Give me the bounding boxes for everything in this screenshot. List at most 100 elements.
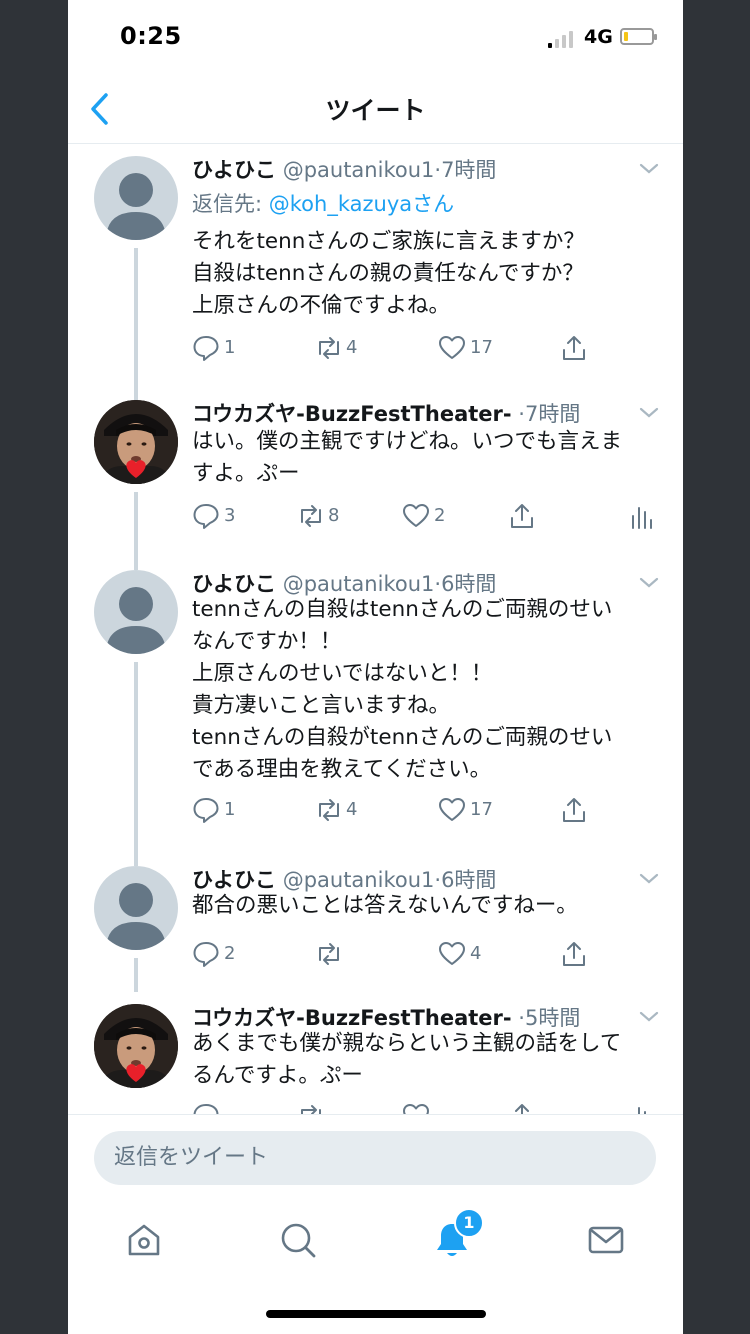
thread-line [134,958,138,992]
tweet-age[interactable]: 5時間 [525,1006,580,1030]
reply-count: 2 [224,943,236,964]
tweet-age[interactable]: 7時間 [441,158,496,182]
nav-header: ツイート [68,75,683,144]
tweet-actions [192,1100,662,1114]
tweet-text-line: あくまでも僕が親ならという主観の話をして [192,1031,622,1056]
tab-messages[interactable] [586,1220,626,1260]
tweet-text-line: 上原さんのせいではないと！！ [192,661,493,686]
retweet-icon [319,943,339,965]
display-name[interactable]: ひよひこ [192,158,276,182]
like-count: 17 [470,337,493,358]
status-bar: 0:25 4G [68,0,683,75]
display-name[interactable]: コウカズヤ-BuzzFestTheater- [192,402,512,426]
tweet-header: ひよひこ @pautanikou1·7時間 [192,154,632,184]
display-name[interactable]: コウカズヤ-BuzzFestTheater- [192,1006,512,1030]
avatar[interactable] [94,400,178,484]
mail-icon [588,1226,624,1254]
notification-badge: 1 [454,1208,484,1238]
tweet-text-line: すよ。ぷー [192,461,300,486]
separator: · [518,1006,525,1030]
avatar[interactable] [94,570,178,654]
phone-screen: 0:25 4G ツイート ひよひこ @pautanikou1·7時間 返信先: … [68,0,683,1334]
share-icon [515,1104,529,1114]
tweet-age[interactable]: 7時間 [525,402,580,426]
default-profile-icon [106,587,166,654]
search-icon [281,1223,316,1258]
like-count: 17 [470,799,493,820]
reply-to-label: 返信先: [192,192,269,216]
tweet-text: それをtennさんのご家族に言えますか？ 自殺はtennさんの親の責任なんですか… [192,226,662,322]
separator: · [518,402,525,426]
tab-home[interactable] [124,1220,164,1260]
home-indicator[interactable] [266,1310,486,1318]
thread-line [134,554,138,570]
avatar[interactable] [94,156,178,240]
network-type: 4G [584,26,613,48]
reply-icon [193,798,219,823]
display-name[interactable]: ひよひこ [192,572,276,596]
tweet-item[interactable]: ひよひこ @pautanikou1·6時間 都合の悪いことは答えないんですねー。… [68,850,683,992]
thread-line [134,248,138,388]
tweet-actions: 1 4 17 [192,794,662,828]
tweet-actions: 3 8 2 [192,500,662,534]
tweet-item[interactable]: ひよひこ @pautanikou1·7時間 返信先: @koh_kazuyaさん… [68,144,683,388]
tweet-text: tennさんの自殺はtennさんのご両親のせい なんですか！！ 上原さんのせいで… [192,594,662,786]
avatar[interactable] [94,866,178,950]
tweet-thread[interactable]: ひよひこ @pautanikou1·7時間 返信先: @koh_kazuyaさん… [68,144,683,1114]
tab-notifications[interactable]: 1 [432,1208,484,1260]
analytics-icon [638,1107,646,1114]
heart-icon [439,942,465,965]
tweet-actions: 2 4 [192,938,662,972]
retweet-icon [319,337,339,359]
avatar[interactable] [94,1004,178,1088]
share-icon [563,942,585,966]
reply-to-user-link[interactable]: @koh_kazuyaさん [269,192,454,216]
status-time: 0:25 [120,22,182,50]
chevron-down-icon[interactable] [638,406,660,420]
chevron-down-icon[interactable] [638,576,660,590]
tweet-item[interactable]: ひよひこ @pautanikou1·6時間 tennさんの自殺はtennさんのご… [68,554,683,854]
default-profile-icon [106,883,166,950]
tweet-item[interactable]: コウカズヤ-BuzzFestTheater- ·7時間 はい。僕の主観ですけどね… [68,384,683,558]
tweet-text-line: tennさんの自殺がtennさんのご両親のせい [192,725,613,750]
thread-line [134,662,138,854]
tweet-text-line: なんですか！！ [192,629,342,654]
reply-input[interactable]: 返信をツイート [94,1131,656,1185]
chevron-down-icon[interactable] [638,872,660,886]
reply-count: 1 [224,337,236,358]
user-handle[interactable]: @pautanikou1 [283,158,435,182]
retweet-icon [301,1105,321,1114]
share-icon [511,504,533,528]
thread-line [134,492,138,558]
tweet-text-line: 自殺はtennさんの親の責任なんですか？ [192,261,584,286]
thread-line [134,850,138,866]
tweet-age[interactable]: 6時間 [441,868,496,892]
reply-icon [193,1104,219,1114]
tweet-text-line: 上原さんの不倫ですよね。 [192,293,451,318]
tweet-text-line: るんですよ。ぷー [192,1063,363,1088]
reply-count: 1 [224,799,236,820]
chevron-down-icon[interactable] [638,162,660,176]
heart-icon [439,798,465,821]
tweet-age[interactable]: 6時間 [441,572,496,596]
tweet-text-line: 都合の悪いことは答えないんですねー。 [192,893,578,918]
reply-icon [193,942,219,967]
battery-icon [620,28,657,45]
heart-icon [439,336,465,359]
profile-photo [94,1004,178,1088]
tweet-item[interactable]: コウカズヤ-BuzzFestTheater- ·5時間 あくまでも僕が親ならとい… [68,992,683,1114]
page-title: ツイート [325,96,426,125]
like-count: 4 [470,943,482,964]
reply-to: 返信先: @koh_kazuyaさん [192,188,454,218]
user-handle[interactable]: @pautanikou1 [283,572,435,596]
retweet-count: 4 [346,337,358,358]
reply-icon [193,336,219,361]
display-name[interactable]: ひよひこ [192,868,276,892]
like-count: 2 [434,505,446,526]
reply-count: 3 [224,505,236,526]
chevron-down-icon[interactable] [638,1010,660,1024]
tab-search[interactable] [278,1220,318,1260]
share-icon [563,798,585,822]
tweet-text-line: tennさんの自殺はtennさんのご両親のせい [192,597,613,622]
user-handle[interactable]: @pautanikou1 [283,868,435,892]
